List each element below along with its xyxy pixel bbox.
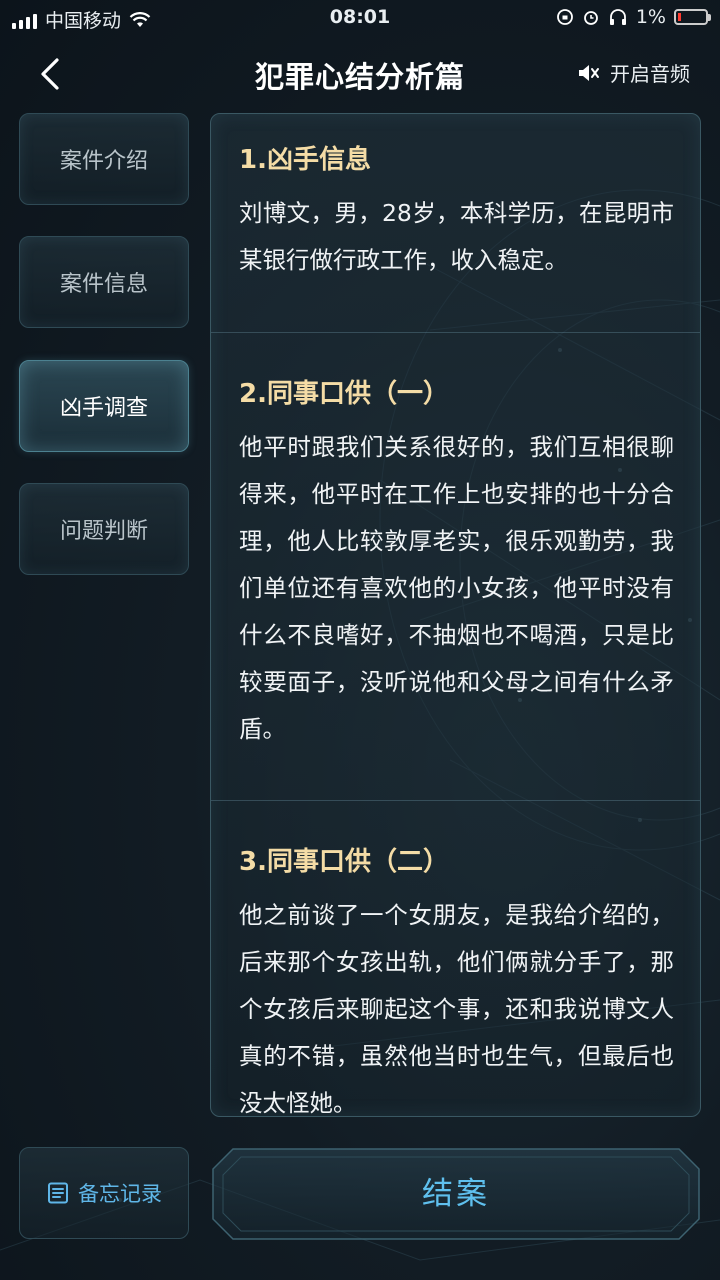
notes-list-icon (48, 1182, 68, 1204)
memo-button[interactable]: 备忘记录 (19, 1147, 189, 1239)
audio-toggle-label: 开启音频 (610, 62, 690, 86)
section-divider (211, 332, 700, 333)
sidebar-item-suspect-investigation[interactable]: 凶手调查 (19, 360, 189, 452)
sidebar-item-case-intro[interactable]: 案件介绍 (19, 113, 189, 205)
sidebar-item-question-judgment[interactable]: 问题判断 (19, 483, 189, 575)
speaker-muted-icon (579, 64, 599, 81)
section-colleague-statement-1: 2.同事口供（一） 他平时跟我们关系很好的，我们互相很聊得来，他平时在工作上也安… (211, 376, 700, 753)
close-case-label: 结案 (422, 1176, 490, 1212)
memo-button-label: 备忘记录 (78, 1182, 162, 1206)
rotation-lock-icon (556, 9, 573, 25)
header: 犯罪心结分析篇 开启音频 (0, 36, 720, 112)
status-right: 1% (556, 6, 711, 28)
sidebar-item-label: 凶手调查 (59, 396, 148, 421)
sidebar-item-label: 问题判断 (59, 519, 148, 544)
section-title: 2.同事口供（一） (239, 379, 449, 409)
content-panel[interactable]: 1.凶手信息 刘博文，男，28岁，本科学历，在昆明市某银行做行政工作，收入稳定。… (210, 113, 701, 1117)
section-suspect-info: 1.凶手信息 刘博文，男，28岁，本科学历，在昆明市某银行做行政工作，收入稳定。 (211, 142, 700, 284)
sidebar-item-case-info[interactable]: 案件信息 (19, 236, 189, 328)
section-colleague-statement-2: 3.同事口供（二） 他之前谈了一个女朋友，是我给介绍的，后来那个女孩出轨，他们俩… (211, 844, 700, 1117)
section-divider (211, 800, 700, 801)
sidebar-item-label: 案件信息 (59, 272, 148, 297)
battery-icon (674, 9, 711, 25)
section-body: 他平时跟我们关系很好的，我们互相很聊得来，他平时在工作上也安排的也十分合理，他人… (239, 433, 674, 743)
close-case-button[interactable]: 结案 (211, 1147, 701, 1241)
alarm-icon (583, 11, 598, 25)
status-bar: 中国移动 08:01 1% (0, 0, 720, 36)
section-title: 1.凶手信息 (239, 145, 371, 175)
sidebar-item-label: 案件介绍 (59, 149, 148, 174)
section-title: 3.同事口供（二） (239, 847, 449, 877)
battery-percent: 1% (635, 6, 666, 28)
headphones-icon (609, 9, 626, 25)
section-body: 刘博文，男，28岁，本科学历，在昆明市某银行做行政工作，收入稳定。 (239, 199, 674, 274)
audio-toggle-button[interactable]: 开启音频 (576, 58, 690, 87)
section-body: 他之前谈了一个女朋友，是我给介绍的，后来那个女孩出轨，他们俩就分手了，那个女孩后… (239, 901, 674, 1117)
